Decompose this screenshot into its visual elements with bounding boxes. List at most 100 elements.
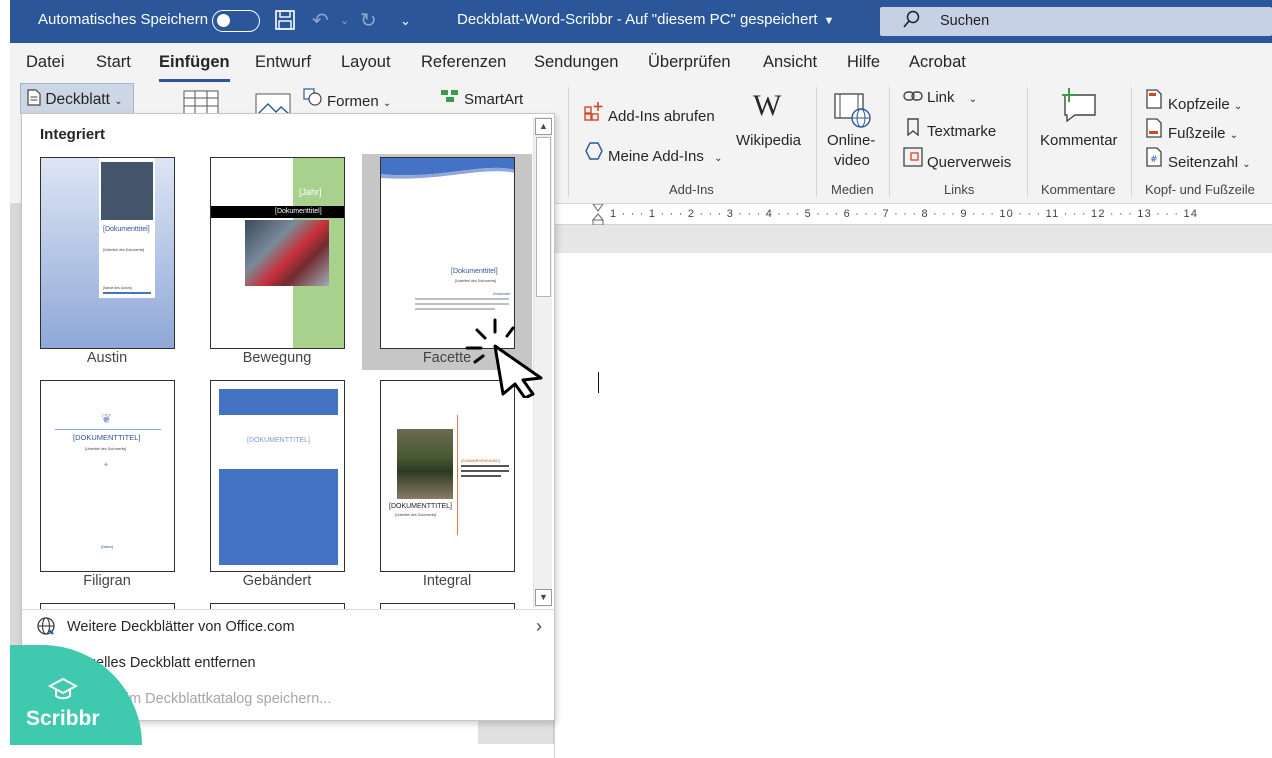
tab-datei[interactable]: Datei [26,53,65,72]
group-label-addins: Add-Ins [669,182,714,197]
toggle-knob [217,14,230,27]
tab-acrobat[interactable]: Acrobat [909,53,966,72]
group-label-kommentare: Kommentare [1041,182,1116,197]
header-button[interactable]: Kopfzeile ⌄ [1144,89,1242,113]
wikipedia-icon[interactable]: W [753,89,781,123]
template-thumbnail: ❦ [DOKUMENTTITEL] [Untertitel des Dokume… [40,380,175,572]
thumb-rule [103,292,151,294]
ribbon-separator [889,87,890,197]
page-number-button[interactable]: # Seitenzahl ⌄ [1144,147,1251,171]
thumb-subtitle: [Untertitel des Dokuments] [455,279,497,283]
page-number-dropdown-icon: ⌄ [1242,159,1251,170]
smartart-icon [440,88,460,108]
header-dropdown-icon: ⌄ [1233,101,1243,112]
indent-marker-icon[interactable] [592,204,604,226]
ribbon-separator [1027,87,1028,197]
ribbon-separator [568,87,569,197]
autosave-toggle[interactable] [212,10,260,32]
comment-label[interactable]: Kommentar [1040,132,1118,149]
bookmark-button[interactable]: Textmarke [903,118,996,140]
group-label-medien: Medien [831,182,874,197]
ruler-marks: 1 · · · 1 · · · 2 · · · 3 · · · 4 · · · … [610,208,1199,220]
tab-ueberpruefen[interactable]: Überprüfen [648,53,731,72]
thumb-wave [381,158,514,179]
template-gebaendert[interactable]: [DOKUMENTTITEL] Gebändert [192,377,362,593]
redo-icon[interactable]: ↻ [360,9,377,33]
wikipedia-label[interactable]: Wikipedia [736,132,801,149]
thumb-subtitle: [Untertitel des Dokuments] [103,248,145,252]
template-thumbnail: [Dokumenttitel] [Untertitel des Dokument… [40,157,175,349]
globe-icon [36,616,56,642]
more-cover-pages-item[interactable]: Weitere Deckblätter von Office.com › [22,612,554,646]
thumb-text-line [461,470,509,472]
chevron-right-icon: › [536,616,542,636]
new-comment-icon[interactable] [1059,87,1099,127]
group-label-links: Links [944,182,975,197]
footer-button[interactable]: Fußzeile ⌄ [1144,118,1238,142]
template-label: Filigran [83,573,131,589]
template-thumbnail: [Jahr] [Dokumenttitel] [210,157,345,349]
cross-reference-button[interactable]: Querverweis [903,147,1011,171]
template-filigran[interactable]: ❦ [DOKUMENTTITEL] [Untertitel des Dokume… [22,377,192,593]
thumb-title: [DOKUMENTTITEL] [247,437,311,444]
search-box[interactable]: Suchen [880,7,1272,36]
scroll-up-icon[interactable]: ▲ [535,118,552,135]
thumb-photo [245,220,329,286]
tab-ansicht[interactable]: Ansicht [763,53,817,72]
search-placeholder: Suchen [940,13,990,29]
scroll-thumb[interactable] [536,137,551,297]
scribbr-logo-icon [47,677,79,709]
online-video-icon[interactable] [834,93,872,133]
template-austin[interactable]: [Dokumenttitel] [Untertitel des Dokument… [22,154,192,370]
tab-referenzen[interactable]: Referenzen [421,53,506,72]
document-title[interactable]: Deckblatt-Word-Scribbr - Auf "diesem PC"… [457,11,834,28]
undo-dropdown-icon[interactable]: ⌄ [340,9,349,33]
scroll-down-icon[interactable]: ▼ [535,589,552,606]
template-thumbnail: [ZUSAMMENFASSUNG] [DOKUMENTTITEL] [Unter… [380,380,515,572]
cover-page-label: Deckblatt [45,91,110,108]
thumb-title: [Dokumenttitel] [275,208,322,215]
save-icon[interactable] [274,9,296,37]
template-label: Bewegung [242,350,312,366]
tab-sendungen[interactable]: Sendungen [534,53,618,72]
online-video-label-2[interactable]: video [834,152,870,169]
tab-layout[interactable]: Layout [341,53,391,72]
tab-start[interactable]: Start [96,53,131,72]
addins-icon [584,141,604,165]
cover-page-gallery: Integriert [Dokumenttitel] [Untertitel d… [21,113,555,721]
thumb-title: [DOKUMENTTITEL] [389,503,453,510]
cover-page-dropdown-icon: ⌄ [114,96,123,107]
get-addins-button[interactable]: Add-Ins abrufen [584,101,715,125]
shapes-button[interactable]: Formen ⌄ [303,88,391,110]
thumb-subtitle: [Untertitel des Dokuments] [395,513,437,517]
search-icon [902,10,920,35]
thumb-year: [Jahr] [299,187,322,197]
cover-page-button[interactable]: Deckblatt ⌄ [20,83,134,114]
thumb-rule [55,429,161,430]
tab-hilfe[interactable]: Hilfe [847,53,880,72]
smartart-button[interactable]: SmartArt [440,88,523,108]
customize-toolbar-icon[interactable]: ⌄ [400,9,411,33]
shapes-dropdown-icon: ⌄ [382,98,392,109]
online-video-label-1[interactable]: Online- [827,132,875,149]
link-button[interactable]: Link ⌄ [903,89,977,106]
page-gap [554,225,1272,253]
text-cursor [598,372,599,393]
template-bewegung[interactable]: [Jahr] [Dokumenttitel] Bewegung [192,154,362,370]
footer-icon [1144,118,1164,142]
template-label: Austin [86,350,128,366]
tab-entwurf[interactable]: Entwurf [255,53,311,72]
tab-einfuegen[interactable]: Einfügen [159,53,230,82]
ribbon-separator [1131,87,1132,197]
my-addins-dropdown-icon: ⌄ [714,153,723,164]
scribbr-name: Scribbr [26,707,100,730]
undo-icon[interactable]: ↶ [312,9,329,33]
footer-dropdown-icon: ⌄ [1229,130,1239,141]
horizontal-ruler[interactable]: 1 · · · 1 · · · 2 · · · 3 · · · 4 · · · … [554,203,1272,226]
document-page[interactable] [554,253,1272,758]
template-integral[interactable]: [ZUSAMMENFASSUNG] [DOKUMENTTITEL] [Unter… [362,377,532,593]
thumb-text-line [415,298,509,300]
shapes-icon [303,88,323,110]
thumb-accent-line [457,415,458,535]
my-addins-button[interactable]: Meine Add-Ins ⌄ [584,141,722,165]
